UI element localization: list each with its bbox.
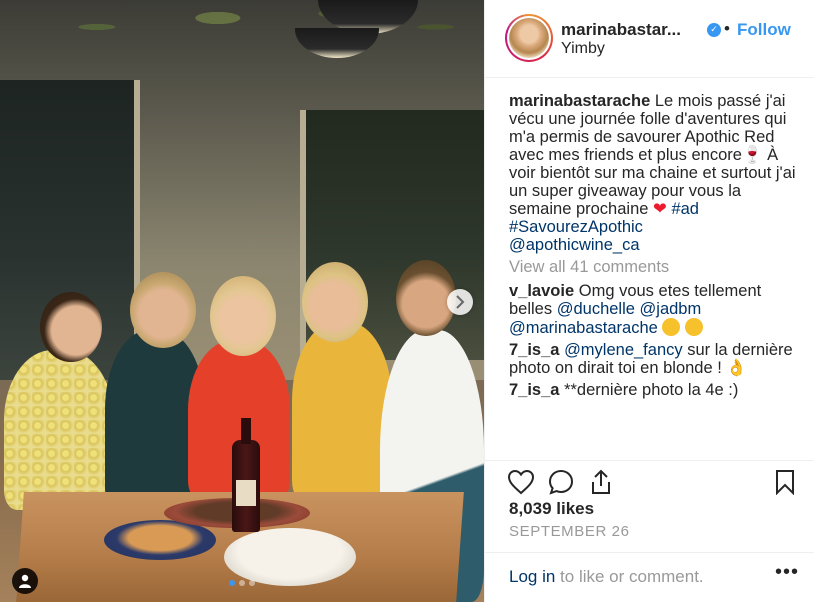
location-link[interactable]: Yimby bbox=[561, 40, 605, 58]
comment-text: **dernière photo la 4e :) bbox=[564, 381, 739, 399]
ok-hand-icon: 👌 bbox=[726, 359, 747, 377]
carousel-dot bbox=[239, 580, 245, 586]
next-photo-button[interactable] bbox=[447, 289, 473, 315]
wine-glass-icon: 🍷 bbox=[741, 146, 763, 164]
photo-person-head bbox=[210, 276, 276, 356]
login-prompt-text: to like or comment. bbox=[555, 567, 704, 586]
red-heart-icon: ❤ bbox=[653, 200, 667, 218]
comment-mention[interactable]: @mylene_fancy bbox=[564, 341, 683, 359]
login-prompt: Log in to like or comment. bbox=[509, 567, 704, 587]
verified-badge-icon: ✓ bbox=[707, 23, 721, 37]
photo-wine-bottle bbox=[232, 418, 260, 532]
likes-count[interactable]: 8,039 likes bbox=[509, 499, 594, 519]
caption: marinabastarache Le mois passé j'ai vécu… bbox=[509, 92, 805, 254]
login-link[interactable]: Log in bbox=[509, 567, 555, 586]
heart-icon[interactable] bbox=[507, 469, 535, 495]
post-side-panel: marinabastar... ✓ • Follow Yimby marinab… bbox=[484, 0, 814, 602]
photo-person-head bbox=[130, 272, 196, 348]
carousel-dot bbox=[249, 580, 255, 586]
caption-username[interactable]: marinabastarache bbox=[509, 92, 650, 110]
more-options-icon[interactable]: ••• bbox=[775, 561, 799, 584]
view-all-comments-link[interactable]: View all 41 comments bbox=[509, 258, 805, 276]
comment-username[interactable]: v_lavoie bbox=[509, 282, 574, 300]
post-photo[interactable] bbox=[0, 0, 484, 602]
kiss-face-icon bbox=[662, 318, 681, 336]
comments-section: marinabastarache Le mois passé j'ai vécu… bbox=[509, 92, 805, 460]
photo-plate bbox=[104, 520, 216, 560]
comment-item: v_lavoie Omg vous etes tellement belles … bbox=[509, 282, 805, 337]
chevron-right-icon bbox=[456, 295, 465, 309]
bookmark-icon[interactable] bbox=[775, 469, 795, 495]
post-header: marinabastar... ✓ • Follow Yimby bbox=[485, 0, 814, 78]
follow-button[interactable]: Follow bbox=[737, 20, 791, 40]
photo-person-4 bbox=[292, 322, 392, 502]
comment-mention[interactable]: @marinabastarache bbox=[509, 319, 658, 337]
kiss-face-icon bbox=[685, 318, 704, 336]
follow-separator: • bbox=[724, 19, 730, 38]
comment-item: 7_is_a **dernière photo la 4e :) bbox=[509, 381, 805, 399]
comment-username[interactable]: 7_is_a bbox=[509, 341, 559, 359]
comment-icon[interactable] bbox=[548, 469, 574, 495]
photo-person-head bbox=[302, 262, 368, 342]
photo-salad-bowl bbox=[224, 528, 356, 586]
login-footer: Log in to like or comment. ••• bbox=[485, 552, 814, 602]
user-tag-button[interactable] bbox=[12, 568, 38, 594]
share-icon[interactable] bbox=[589, 469, 613, 495]
comment-mention[interactable]: @duchelle bbox=[557, 300, 635, 318]
carousel-indicator bbox=[0, 580, 484, 586]
post-date[interactable]: SEPTEMBER 26 bbox=[509, 523, 630, 540]
avatar[interactable] bbox=[505, 14, 553, 62]
comment-mention[interactable]: @jadbm bbox=[640, 300, 702, 318]
user-tag-icon bbox=[19, 574, 31, 588]
carousel-dot-active bbox=[229, 580, 235, 586]
comment-username[interactable]: 7_is_a bbox=[509, 381, 559, 399]
avatar-image bbox=[509, 18, 549, 58]
comment-item: 7_is_a @mylene_fancy sur la dernière pho… bbox=[509, 341, 805, 377]
photo-person-head bbox=[40, 292, 102, 362]
hashtag-ad[interactable]: #ad bbox=[671, 200, 699, 218]
header-username[interactable]: marinabastar... bbox=[561, 20, 681, 40]
action-bar bbox=[485, 460, 814, 496]
photo-person-1 bbox=[4, 350, 114, 510]
hashtag-savourezapothic[interactable]: #SavourezApothic bbox=[509, 218, 643, 236]
mention-apothicwine[interactable]: @apothicwine_ca bbox=[509, 236, 640, 254]
